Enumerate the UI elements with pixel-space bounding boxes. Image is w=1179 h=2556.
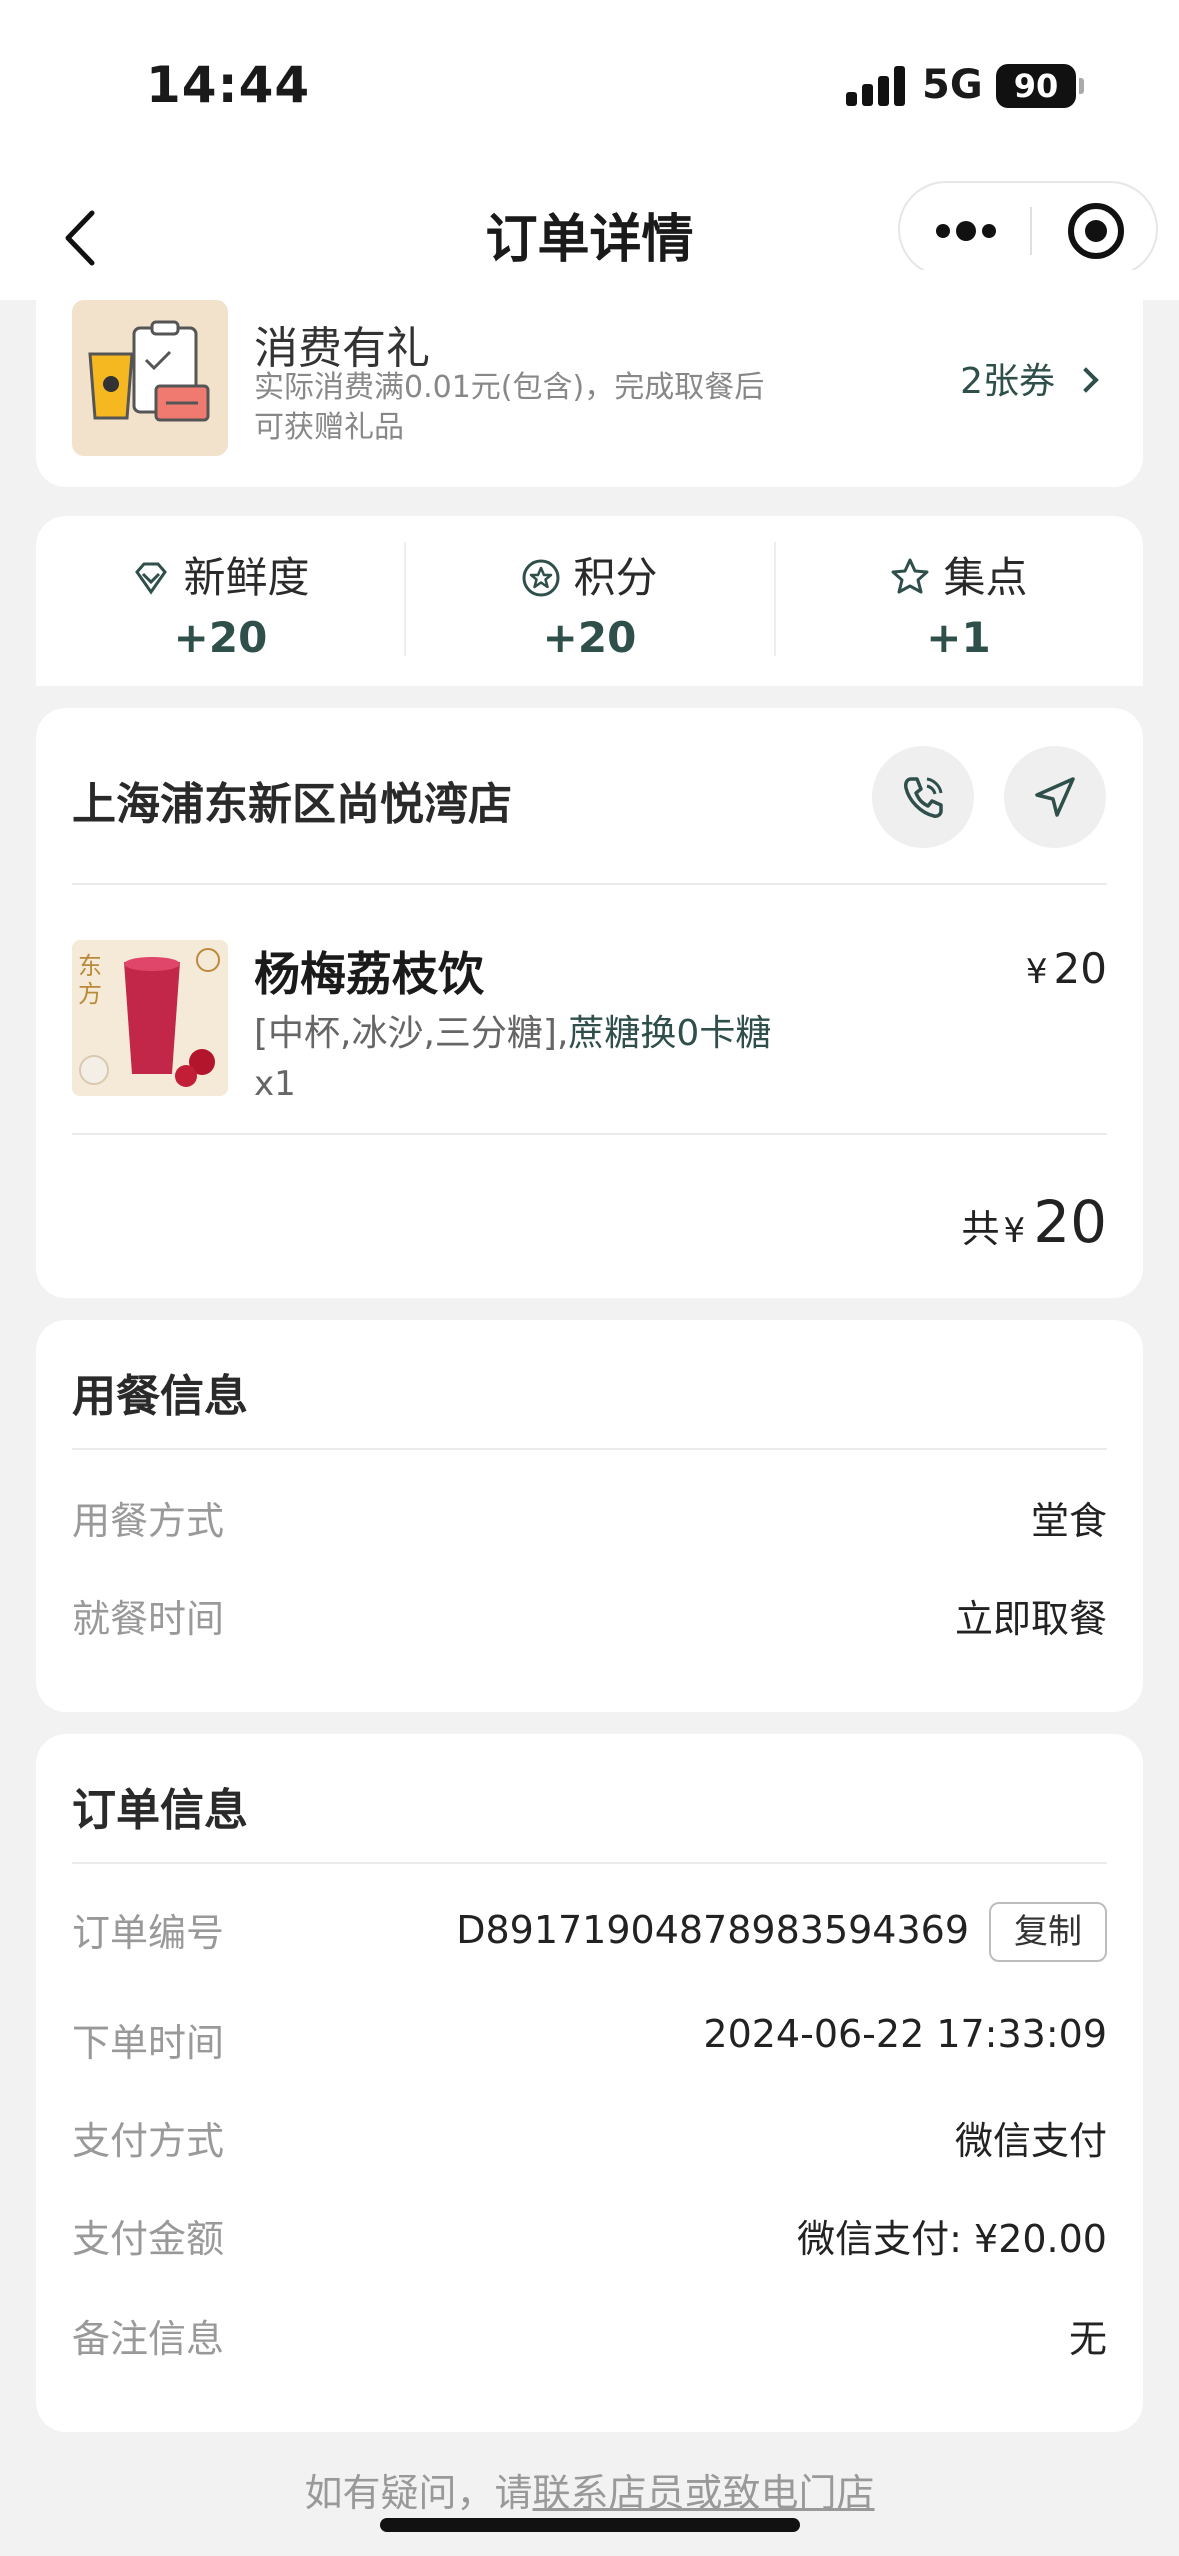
product-image: 东 方 — [72, 940, 228, 1096]
product-options: [中杯,冰沙,三分糖],蔗糖换0卡糖 — [254, 1004, 771, 1056]
contact-store-link[interactable]: 联系店员或致电门店 — [533, 2471, 875, 2515]
total-value: 20 — [1033, 1188, 1107, 1256]
home-indicator[interactable] — [380, 2518, 800, 2532]
star-circle-icon — [522, 559, 560, 597]
currency-symbol: ¥ — [1025, 952, 1048, 992]
signal-icon — [846, 66, 906, 106]
stat-value: +1 — [926, 613, 991, 662]
dining-info-card: 用餐信息 用餐方式 堂食 就餐时间 立即取餐 — [36, 1320, 1143, 1712]
coupons-label: 2张券 — [960, 361, 1055, 402]
stat-label: 积分 — [573, 553, 658, 602]
rewards-summary: 新鲜度 +20 积分 +20 集点 +1 — [36, 516, 1143, 686]
stat-value: +20 — [542, 613, 637, 662]
divider — [72, 1133, 1107, 1135]
dining-time-value: 立即取餐 — [954, 1597, 1107, 1641]
product-options-highlight: 蔗糖换0卡糖 — [568, 1013, 772, 1054]
total-label: 共 — [961, 1207, 1000, 1251]
total-currency: ¥ — [1003, 1211, 1026, 1251]
divider — [72, 883, 1107, 885]
price-value: 20 — [1053, 944, 1107, 993]
star-icon — [891, 558, 929, 594]
divider — [72, 1448, 1107, 1450]
order-time-value: 2024-06-22 17:33:09 — [703, 2012, 1107, 2056]
remark-value: 无 — [1068, 2317, 1107, 2361]
help-text: 如有疑问，请 — [304, 2471, 533, 2515]
phone-icon — [904, 777, 943, 818]
status-time: 14:44 — [146, 56, 311, 114]
stat-label: 新鲜度 — [183, 553, 310, 602]
order-number-value: D89171904878983594369 — [456, 1908, 969, 1952]
stat-label: 集点 — [943, 553, 1028, 602]
dining-method-value: 堂食 — [1030, 1499, 1107, 1543]
dining-method-label: 用餐方式 — [72, 1499, 225, 1543]
store-name: 上海浦东新区尚悦湾店 — [72, 779, 512, 830]
call-store-button[interactable] — [872, 746, 974, 848]
payment-method-label: 支付方式 — [72, 2119, 225, 2163]
section-title: 用餐信息 — [72, 1371, 248, 1422]
order-info-card: 订单信息 订单编号 D89171904878983594369 复制 下单时间 … — [36, 1734, 1143, 2432]
divider — [72, 1862, 1107, 1864]
svg-text:东: 东 — [78, 952, 102, 980]
copy-order-number-button[interactable]: 复制 — [989, 1902, 1107, 1962]
diamond-icon — [135, 562, 168, 595]
stat-points: 积分 +20 — [405, 544, 774, 662]
chevron-right-icon — [1073, 367, 1099, 393]
svg-text:方: 方 — [78, 980, 102, 1008]
close-miniprogram-button[interactable] — [1068, 203, 1124, 259]
help-footer: 如有疑问，请联系店员或致电门店 — [0, 2462, 1179, 2517]
order-total: 共 ¥20 — [962, 1188, 1107, 1256]
payment-amount-value: 微信支付: ¥20.00 — [797, 2217, 1107, 2261]
order-number-label: 订单编号 — [72, 1911, 225, 1955]
status-bar: 14:44 5G 90 — [0, 0, 1179, 175]
payment-method-value: 微信支付 — [954, 2119, 1107, 2163]
navigate-store-button[interactable] — [1004, 746, 1106, 848]
product-name: 杨梅荔枝饮 — [254, 947, 484, 1001]
dining-time-label: 就餐时间 — [72, 1597, 225, 1641]
section-title: 订单信息 — [72, 1785, 248, 1836]
order-time-label: 下单时间 — [72, 2021, 225, 2065]
gift-image — [72, 300, 228, 456]
mini-program-capsule — [898, 181, 1158, 277]
remark-label: 备注信息 — [72, 2317, 225, 2361]
stat-stamps: 集点 +1 — [774, 544, 1143, 662]
stat-freshness: 新鲜度 +20 — [36, 544, 405, 662]
gift-title: 消费有礼 — [254, 323, 430, 374]
product-price: ¥20 — [1026, 944, 1107, 993]
product-options-text: [中杯,冰沙,三分糖], — [254, 1013, 569, 1054]
order-items-card: 上海浦东新区尚悦湾店 东 方 杨梅荔枝饮 [中杯,冰沙,三分糖],蔗糖换0卡糖 … — [36, 708, 1143, 1298]
coupons-link[interactable]: 2张券 — [960, 352, 1099, 404]
gift-description: 实际消费满0.01元(包含)，完成取餐后可获赠礼品 — [254, 370, 765, 445]
product-quantity: x1 — [254, 1064, 296, 1104]
payment-amount-label: 支付金额 — [72, 2217, 225, 2261]
capsule-divider — [1030, 207, 1032, 255]
network-type: 5G — [922, 62, 983, 108]
navigation-arrow-icon — [1035, 777, 1075, 817]
more-button[interactable] — [936, 217, 996, 245]
gift-card: 消费有礼 实际消费满0.01元(包含)，完成取餐后可获赠礼品 2张券 — [36, 270, 1143, 487]
battery-icon: 90 — [996, 64, 1084, 108]
stat-value: +20 — [173, 613, 268, 662]
